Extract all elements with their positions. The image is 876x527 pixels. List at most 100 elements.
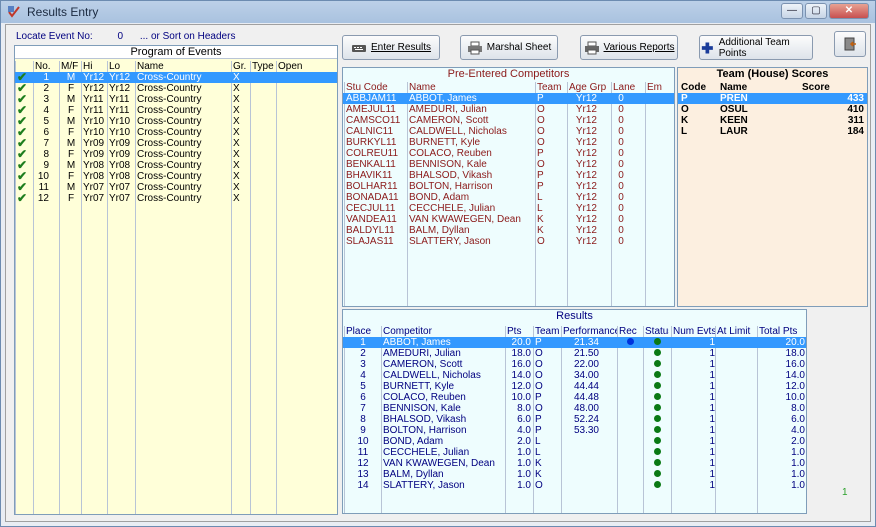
event-row[interactable]: ✔ 12 F Yr07 Yr07 Cross-Country X [15,193,337,204]
event-row[interactable]: ✔ 8 F Yr09 Yr09 Cross-Country X [15,149,337,160]
competitor-row[interactable]: CAMSCO11 CAMERON, Scott O Yr12 0 [343,115,674,126]
competitor-row[interactable]: BONADA11 BOND, Adam L Yr12 0 [343,192,674,203]
result-row[interactable]: 1 ABBOT, James 20.0 P 21.34 1 20.0 [343,337,806,348]
competitor-cell: Yr12 [575,192,597,203]
column-header-score[interactable]: Score [802,82,864,93]
result-cell: 1.0 [791,458,805,469]
competitor-row[interactable]: VANDEA11 VAN KWAWEGEN, Dean K Yr12 0 [343,214,674,225]
maximize-button[interactable]: ▢ [805,3,827,19]
locate-value[interactable]: 0 [118,31,124,42]
team-scores-grid: Code Name Score P PREN 433 O OSUL 410 K KEEN 311 L LA… [678,81,867,306]
competitor-row[interactable]: CALNIC11 CALDWELL, Nicholas O Yr12 0 [343,126,674,137]
event-row[interactable]: ✔ 9 M Yr08 Yr08 Cross-Country X [15,160,337,171]
event-row[interactable]: ✔ 7 M Yr09 Yr09 Cross-Country X [15,138,337,149]
competitor-row[interactable]: BHAVIK11 BHALSOD, Vikash P Yr12 0 [343,170,674,181]
minimize-button[interactable]: — [781,3,803,19]
competitor-cell: 0 [618,236,624,247]
competitor-cell: Yr12 [575,148,597,159]
column-header-pts[interactable]: Pts [507,326,531,337]
column-header-stu-code[interactable]: Stu Code [346,82,404,93]
column-header-place[interactable]: Place [346,326,380,337]
event-cell: Yr08 [109,160,131,171]
result-row[interactable]: 13 BALM, Dyllan 1.0 K 1 1.0 [343,469,806,480]
competitor-row[interactable]: BENKAL11 BENNISON, Kale O Yr12 0 [343,159,674,170]
result-cell: L [535,436,541,447]
competitor-row[interactable]: ABBJAM11 ABBOT, James P Yr12 0 [343,93,674,104]
column-header-team[interactable]: Team [535,326,561,337]
column-header-name[interactable]: Name [137,61,231,72]
result-row[interactable]: 3 CAMERON, Scott 16.0 O 22.00 1 16.0 [343,359,806,370]
competitor-row[interactable]: BALDYL11 BALM, Dyllan K Yr12 0 [343,225,674,236]
column-header-total-pts[interactable]: Total Pts [759,326,805,337]
team-scores-panel: Team (House) Scores Code Name Score P PREN 43… [677,67,868,307]
result-cell: 1.0 [517,458,531,469]
status-indicator [645,458,669,469]
team-score-row[interactable]: K KEEN 311 [678,115,867,126]
event-row[interactable]: ✔ 4 F Yr11 Yr11 Cross-Country X [15,105,337,116]
team-score-row[interactable]: P PREN 433 [678,93,867,104]
result-row[interactable]: 6 COLACO, Reuben 10.0 P 44.48 1 10.0 [343,392,806,403]
column-header-at-limit[interactable]: At Limit [717,326,757,337]
column-header-team[interactable]: Team [537,82,567,93]
result-row[interactable]: 4 CALDWELL, Nicholas 14.0 O 34.00 1 14.0 [343,370,806,381]
event-row[interactable]: ✔ 6 F Yr10 Yr10 Cross-Country X [15,127,337,138]
column-header-performance[interactable]: Performance [563,326,617,337]
result-row[interactable]: 11 CECCHELE, Julian 1.0 L 1 1.0 [343,447,806,458]
competitor-row[interactable]: CECJUL11 CECCHELE, Julian L Yr12 0 [343,203,674,214]
column-header-lane[interactable]: Lane [613,82,643,93]
competitor-row[interactable]: SLAJAS11 SLATTERY, Jason O Yr12 0 [343,236,674,247]
competitor-row[interactable]: BURKYL11 BURNETT, Kyle O Yr12 0 [343,137,674,148]
column-header-m-f[interactable]: M/F [61,61,81,72]
result-row[interactable]: 8 BHALSOD, Vikash 6.0 P 52.24 1 6.0 [343,414,806,425]
column-header-competitor[interactable]: Competitor [383,326,505,337]
competitor-cell: BOND, Adam [409,192,470,203]
competitor-row[interactable]: BOLHAR11 BOLTON, Harrison P Yr12 0 [343,181,674,192]
enter-results-button[interactable]: Enter Results [342,35,440,60]
exit-button[interactable] [834,31,866,57]
column-header-em[interactable]: Em [647,82,673,93]
result-row[interactable]: 7 BENNISON, Kale 8.0 O 48.00 1 8.0 [343,403,806,414]
result-row[interactable]: 2 AMEDURI, Julian 18.0 O 21.50 1 18.0 [343,348,806,359]
result-cell: 11 [357,447,369,458]
column-header-hi[interactable]: Hi [83,61,107,72]
result-row[interactable]: 10 BOND, Adam 2.0 L 1 2.0 [343,436,806,447]
event-cell: 6 [43,127,49,138]
column-header-status[interactable]: Status [645,326,669,337]
team-score-row[interactable]: L LAUR 184 [678,126,867,137]
column-header-name[interactable]: Name [409,82,535,93]
event-cell: Yr09 [83,138,105,149]
column-header-lo[interactable]: Lo [109,61,135,72]
event-row[interactable]: ✔ 1 M Yr12 Yr12 Cross-Country X [15,72,337,83]
event-row[interactable]: ✔ 11 M Yr07 Yr07 Cross-Country X [15,182,337,193]
competitor-row[interactable]: COLREU11 COLACO, Reuben P Yr12 0 [343,148,674,159]
close-button[interactable]: ✕ [829,3,869,19]
result-row[interactable]: 9 BOLTON, Harrison 4.0 P 53.30 1 4.0 [343,425,806,436]
column-header-name[interactable]: Name [720,82,800,93]
column-header-gr-[interactable]: Gr. [233,61,249,72]
result-row[interactable]: 14 SLATTERY, Jason 1.0 O 1 1.0 [343,480,806,491]
program-of-events-panel: Program of Events No. M/F Hi Lo Name Gr. Type O… [14,45,338,515]
event-row[interactable]: ✔ 5 M Yr10 Yr10 Cross-Country X [15,116,337,127]
result-row[interactable]: 12 VAN KWAWEGEN, Dean 1.0 K 1 1.0 [343,458,806,469]
column-header-num-evts[interactable]: Num Evts [673,326,715,337]
additional-team-points-button[interactable]: Additional Team Points [699,35,813,60]
event-row[interactable]: ✔ 3 M Yr11 Yr11 Cross-Country X [15,94,337,105]
competitor-cell: Yr12 [575,170,597,181]
result-cell: 14.0 [511,370,531,381]
result-cell: 34.00 [573,370,599,381]
result-row[interactable]: 5 BURNETT, Kyle 12.0 O 44.44 1 12.0 [343,381,806,392]
event-cell: Yr08 [83,160,105,171]
team-score-row[interactable]: O OSUL 410 [678,104,867,115]
column-header-no-[interactable]: No. [35,61,57,72]
various-reports-button[interactable]: Various Reports [580,35,678,60]
event-row[interactable]: ✔ 2 F Yr12 Yr12 Cross-Country X [15,83,337,94]
column-header-rec[interactable]: Rec [619,326,641,337]
column-header-age-grp[interactable]: Age Grp [569,82,611,93]
column-header-open[interactable]: Open [278,61,334,72]
event-row[interactable]: ✔ 10 F Yr08 Yr08 Cross-Country X [15,171,337,182]
competitor-cell: 0 [618,126,624,137]
column-header-type[interactable]: Type [252,61,276,72]
marshal-sheet-button[interactable]: Marshal Sheet [460,35,558,60]
competitor-row[interactable]: AMEJUL11 AMEDURI, Julian O Yr12 0 [343,104,674,115]
column-header-code[interactable]: Code [681,82,717,93]
